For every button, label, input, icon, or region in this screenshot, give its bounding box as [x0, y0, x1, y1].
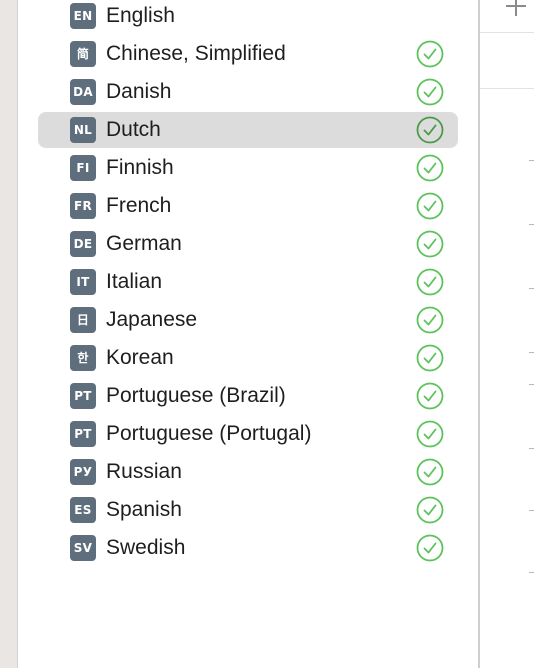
detail-panel: [480, 0, 534, 668]
language-row-swedish[interactable]: SV Swedish: [38, 530, 458, 566]
language-code-badge: EN: [70, 3, 96, 29]
language-name: Danish: [106, 80, 172, 103]
language-code-badge: FR: [70, 193, 96, 219]
check-circle-icon: [416, 116, 444, 144]
language-name: Russian: [106, 460, 182, 483]
language-code-badge: DA: [70, 79, 96, 105]
check-circle-icon: [416, 40, 444, 68]
check-circle-icon: [416, 268, 444, 296]
language-name: Korean: [106, 346, 174, 369]
language-row-german[interactable]: DE German: [38, 226, 458, 262]
separator: [480, 32, 534, 33]
language-name: English: [106, 4, 175, 27]
row-tick: [529, 572, 534, 573]
language-name: Portuguese (Portugal): [106, 422, 312, 445]
language-row-french[interactable]: FR French: [38, 188, 458, 224]
localization-window: EN English 简 Chinese, Simplified DA Dani…: [0, 0, 534, 668]
check-circle-icon: [416, 192, 444, 220]
language-row-dutch[interactable]: NL Dutch: [38, 112, 458, 148]
language-code-badge: 日: [70, 307, 96, 333]
row-tick: [529, 224, 534, 225]
language-row-italian[interactable]: IT Italian: [38, 264, 458, 300]
language-name: German: [106, 232, 182, 255]
language-row-portuguese-brazil[interactable]: PT Portuguese (Brazil): [38, 378, 458, 414]
row-tick: [529, 384, 534, 385]
language-code-badge: NL: [70, 117, 96, 143]
row-tick: [529, 288, 534, 289]
language-code-badge: IT: [70, 269, 96, 295]
language-row-chinese-simplified[interactable]: 简 Chinese, Simplified: [38, 36, 458, 72]
language-code-badge: ES: [70, 497, 96, 523]
language-list: EN English 简 Chinese, Simplified DA Dani…: [18, 0, 478, 668]
language-row-english[interactable]: EN English: [38, 0, 458, 34]
separator: [480, 88, 534, 89]
check-circle-icon: [416, 534, 444, 562]
language-row-russian[interactable]: РУ Russian: [38, 454, 458, 490]
language-name: Dutch: [106, 118, 161, 141]
plus-icon[interactable]: [502, 0, 530, 20]
check-circle-icon: [416, 78, 444, 106]
language-code-badge: FI: [70, 155, 96, 181]
check-circle-icon: [416, 154, 444, 182]
language-name: Finnish: [106, 156, 174, 179]
check-circle-icon: [416, 230, 444, 258]
language-name: Portuguese (Brazil): [106, 384, 286, 407]
language-code-badge: 한: [70, 345, 96, 371]
check-circle-icon: [416, 382, 444, 410]
check-circle-icon: [416, 420, 444, 448]
language-name: Italian: [106, 270, 163, 293]
language-code-badge: РУ: [70, 459, 96, 485]
language-row-japanese[interactable]: 日 Japanese: [38, 302, 458, 338]
language-name: Japanese: [106, 308, 198, 331]
language-name: French: [106, 194, 172, 217]
language-name: Swedish: [106, 536, 186, 559]
language-code-badge: PT: [70, 383, 96, 409]
language-row-portuguese-portugal[interactable]: PT Portuguese (Portugal): [38, 416, 458, 452]
language-row-korean[interactable]: 한 Korean: [38, 340, 458, 376]
row-tick: [529, 448, 534, 449]
check-circle-icon: [416, 458, 444, 486]
check-circle-icon: [416, 306, 444, 334]
language-name: Spanish: [106, 498, 182, 521]
row-tick: [529, 160, 534, 161]
row-tick: [529, 510, 534, 511]
language-row-danish[interactable]: DA Danish: [38, 74, 458, 110]
left-sidebar-edge: [0, 0, 18, 668]
language-code-badge: 简: [70, 41, 96, 67]
language-code-badge: DE: [70, 231, 96, 257]
check-circle-icon: [416, 496, 444, 524]
language-code-badge: SV: [70, 535, 96, 561]
language-name: Chinese, Simplified: [106, 42, 286, 65]
language-row-spanish[interactable]: ES Spanish: [38, 492, 458, 528]
language-code-badge: PT: [70, 421, 96, 447]
language-row-finnish[interactable]: FI Finnish: [38, 150, 458, 186]
row-tick: [529, 352, 534, 353]
check-circle-icon: [416, 344, 444, 372]
